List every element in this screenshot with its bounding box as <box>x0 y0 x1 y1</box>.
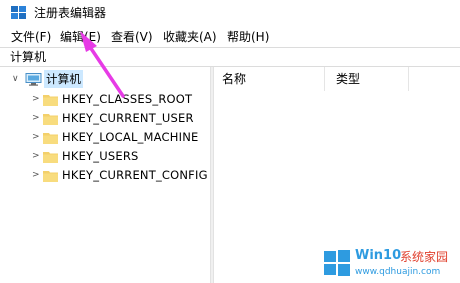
folder-icon <box>43 95 58 106</box>
watermark-brand: Win10 <box>355 248 402 263</box>
tree-label-computer: 计算机 <box>44 70 84 88</box>
menu-view[interactable]: 查看(V) <box>111 29 153 45</box>
window-title: 注册表编辑器 <box>34 6 107 20</box>
tree-node-hkcr[interactable]: > HKEY_CLASSES_ROOT <box>0 90 210 108</box>
folder-icon <box>43 152 58 163</box>
tree-pane: ∨ 计算机 > HKEY_CLASSES_ROOT > HKEY_CURRENT… <box>0 67 210 283</box>
computer-icon <box>25 73 42 86</box>
tree-label-hkcc: HKEY_CURRENT_CONFIG <box>62 168 208 182</box>
expand-toggle[interactable]: > <box>32 109 40 127</box>
tree-node-hkcc[interactable]: > HKEY_CURRENT_CONFIG <box>0 166 210 184</box>
address-path: 计算机 <box>10 50 47 64</box>
column-divider[interactable] <box>324 67 325 91</box>
menu-file[interactable]: 文件(F) <box>11 29 51 45</box>
tree-node-computer[interactable]: ∨ 计算机 <box>0 70 210 88</box>
menu-edit[interactable]: 编辑(E) <box>60 29 101 45</box>
tree-label-hkcr: HKEY_CLASSES_ROOT <box>62 92 193 106</box>
tree-node-hku[interactable]: > HKEY_USERS <box>0 147 210 165</box>
column-divider[interactable] <box>408 67 409 91</box>
windows-logo-icon <box>324 250 350 276</box>
menu-bar: 文件(F) 编辑(E) 查看(V) 收藏夹(A) 帮助(H) <box>0 27 460 46</box>
expand-toggle[interactable]: > <box>32 147 40 165</box>
column-header-type[interactable]: 类型 <box>336 71 360 87</box>
tree-label-hkcu: HKEY_CURRENT_USER <box>62 111 194 125</box>
title-bar: 注册表编辑器 <box>0 0 460 26</box>
site-watermark: Win10 系统家园 www.qdhuajin.com <box>322 248 457 280</box>
folder-icon <box>43 171 58 182</box>
collapse-toggle[interactable]: ∨ <box>12 70 19 88</box>
address-bar[interactable]: 计算机 <box>0 47 460 67</box>
registry-editor-icon <box>11 6 26 19</box>
watermark-url: www.qdhuajin.com <box>355 267 441 277</box>
menu-help[interactable]: 帮助(H) <box>227 29 269 45</box>
tree-label-hklm: HKEY_LOCAL_MACHINE <box>62 130 199 144</box>
tree-label-hku: HKEY_USERS <box>62 149 139 163</box>
menu-favorites[interactable]: 收藏夹(A) <box>163 29 217 45</box>
tree-node-hklm[interactable]: > HKEY_LOCAL_MACHINE <box>0 128 210 146</box>
folder-icon <box>43 114 58 125</box>
expand-toggle[interactable]: > <box>32 90 40 108</box>
watermark-site-name: 系统家园 <box>400 250 449 264</box>
folder-icon <box>43 133 58 144</box>
expand-toggle[interactable]: > <box>32 166 40 184</box>
column-header-name[interactable]: 名称 <box>222 71 246 87</box>
expand-toggle[interactable]: > <box>32 128 40 146</box>
tree-node-hkcu[interactable]: > HKEY_CURRENT_USER <box>0 109 210 127</box>
